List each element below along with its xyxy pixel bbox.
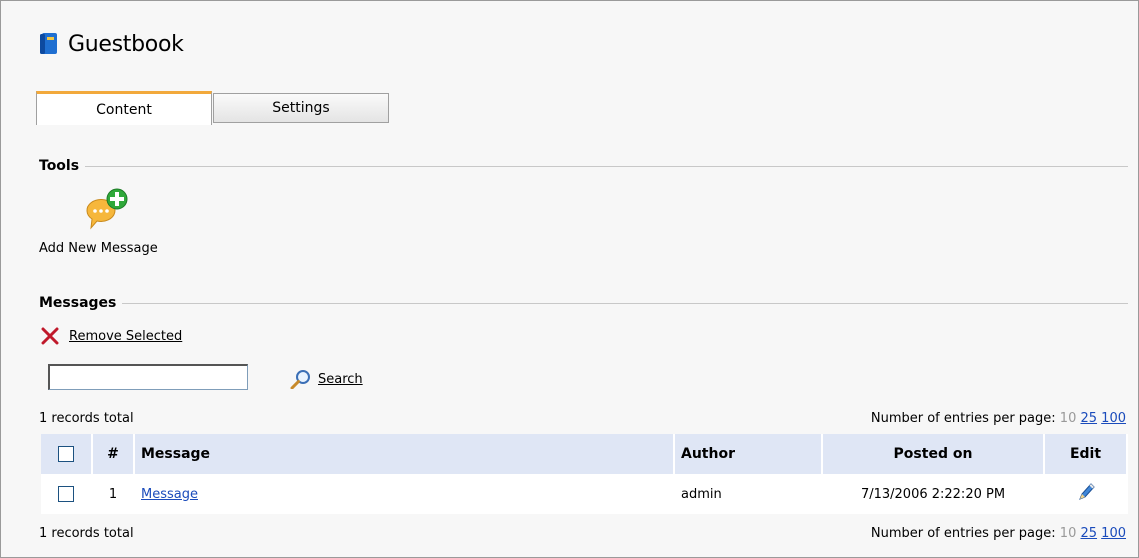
book-icon xyxy=(40,33,57,54)
table-row: 1 Message admin 7/13/2006 2:22:20 PM xyxy=(41,474,1128,514)
row-author: admin xyxy=(674,474,823,514)
column-header-edit: Edit xyxy=(1044,434,1128,474)
records-total-bottom: 1 records total xyxy=(39,526,134,541)
pager-label: Number of entries per page: xyxy=(870,526,1056,541)
delete-x-icon[interactable] xyxy=(41,327,59,345)
tab-settings[interactable]: Settings xyxy=(213,93,389,123)
tools-section-label: Tools xyxy=(39,158,80,174)
section-divider xyxy=(122,302,1128,304)
pager-option-10: 10 xyxy=(1059,411,1077,426)
tab-content[interactable]: Content xyxy=(36,91,212,125)
guestbook-panel: Guestbook Content Settings Tools Add New… xyxy=(0,0,1139,558)
remove-selected-link[interactable]: Remove Selected xyxy=(69,329,182,344)
pager-option-10: 10 xyxy=(1059,526,1077,541)
pager-option-25[interactable]: 25 xyxy=(1080,411,1097,426)
messages-section-label: Messages xyxy=(39,295,117,311)
tab-bar: Content Settings xyxy=(36,91,389,125)
remove-selected-button[interactable]: Remove Selected xyxy=(41,327,182,345)
select-all-checkbox[interactable] xyxy=(58,446,74,462)
select-all-header xyxy=(41,434,93,474)
pager-label: Number of entries per page: xyxy=(870,411,1056,426)
pager-option-100[interactable]: 100 xyxy=(1101,411,1126,426)
edit-pencil-icon[interactable] xyxy=(1077,482,1095,502)
title-row: Guestbook xyxy=(39,31,184,57)
column-header-posted-on: Posted on xyxy=(822,434,1045,474)
pager-top: Number of entries per page: 10 25 100 xyxy=(871,411,1126,426)
add-message-icon[interactable] xyxy=(83,187,139,243)
add-new-message-label[interactable]: Add New Message xyxy=(39,241,158,256)
column-header-author: Author xyxy=(674,434,823,474)
messages-table: # Message Author Posted on Edit 1 Messag… xyxy=(41,434,1128,514)
row-select-cell xyxy=(41,474,93,514)
row-number: 1 xyxy=(92,474,135,514)
row-edit-cell xyxy=(1044,474,1128,514)
row-checkbox[interactable] xyxy=(58,486,74,502)
pager-option-100[interactable]: 100 xyxy=(1101,526,1126,541)
search-link[interactable]: Search xyxy=(318,372,363,387)
pager-option-25[interactable]: 25 xyxy=(1080,526,1097,541)
search-button[interactable]: Search xyxy=(290,369,363,389)
messages-section-header: Messages xyxy=(39,295,1128,311)
page-title: Guestbook xyxy=(68,31,184,57)
message-link[interactable]: Message xyxy=(141,487,198,502)
column-header-number: # xyxy=(92,434,135,474)
search-input[interactable] xyxy=(48,364,248,390)
table-header-row: # Message Author Posted on Edit xyxy=(41,434,1128,474)
magnifier-icon[interactable] xyxy=(290,369,312,389)
row-message-cell: Message xyxy=(134,474,675,514)
records-total-top: 1 records total xyxy=(39,411,134,426)
column-header-message: Message xyxy=(134,434,675,474)
tools-section-header: Tools xyxy=(39,158,1128,174)
section-divider xyxy=(85,165,1128,167)
pager-bottom: Number of entries per page: 10 25 100 xyxy=(871,526,1126,541)
row-posted-on: 7/13/2006 2:22:20 PM xyxy=(822,474,1045,514)
